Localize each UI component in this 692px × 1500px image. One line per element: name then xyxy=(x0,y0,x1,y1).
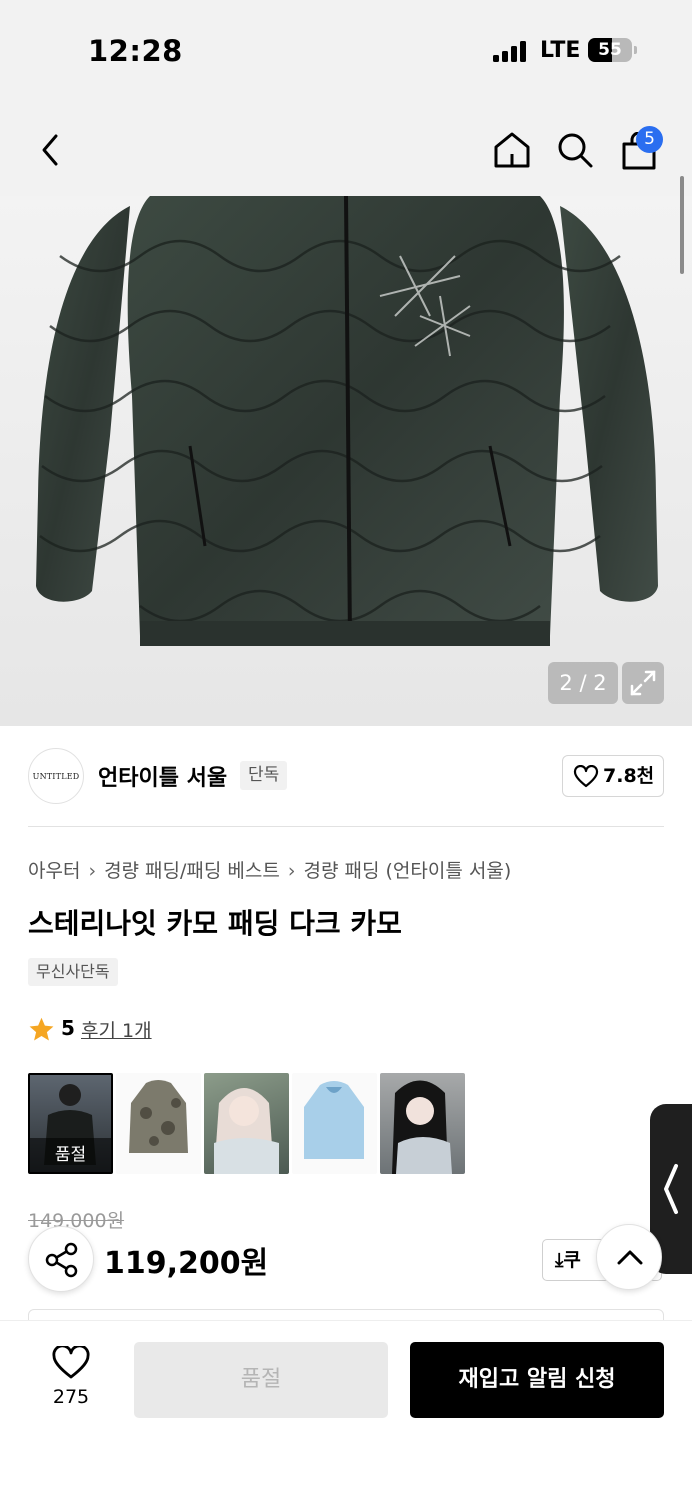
breadcrumb-item[interactable]: 경량 패딩/패딩 베스트 xyxy=(104,860,280,882)
coupon-label: 쿠 xyxy=(563,1249,581,1271)
product-image[interactable] xyxy=(0,196,692,726)
scroll-indicator xyxy=(680,176,684,274)
brand-like-count: 7.8천 xyxy=(603,765,655,787)
thumbnail-item[interactable] xyxy=(380,1073,465,1174)
scroll-top-button[interactable] xyxy=(596,1224,662,1290)
breadcrumb-item[interactable]: 아우터 xyxy=(28,860,80,882)
heart-icon xyxy=(52,1346,90,1379)
status-bar: 12:28 LTE 55 xyxy=(0,0,692,100)
battery-level: 55 xyxy=(598,40,622,60)
product-tag: 무신사단독 xyxy=(28,958,118,986)
network-label: LTE xyxy=(540,38,581,63)
restock-notify-button[interactable]: 재입고 알림 신청 xyxy=(410,1342,664,1418)
thumbnail-item[interactable] xyxy=(204,1073,289,1174)
thumbnail-image xyxy=(304,1081,364,1159)
battery-icon: 55 xyxy=(588,38,632,62)
chevron-up-icon xyxy=(617,1250,643,1265)
jacket-image xyxy=(36,196,658,646)
share-button[interactable] xyxy=(28,1226,94,1292)
brand-like-button[interactable]: 7.8천 xyxy=(562,755,664,797)
thumbnail-item[interactable]: 품절 xyxy=(28,1073,113,1174)
chevron-left-icon[interactable] xyxy=(36,132,64,168)
soldout-button: 품절 xyxy=(134,1342,388,1418)
product-detail-page: 12:28 LTE 55 5 2 / 2 UNTITLED 언타이틀 서울 단독… xyxy=(0,0,692,1500)
battery-nub xyxy=(634,46,637,54)
thumbnail-item[interactable] xyxy=(292,1073,377,1174)
signal-icon xyxy=(493,40,529,62)
product-title: 스테리나잇 카모 패딩 다크 카모 xyxy=(28,907,402,940)
chevron-right-icon: › xyxy=(287,860,296,882)
product-like-button[interactable]: 275 xyxy=(36,1342,106,1418)
breadcrumb: 아우터 › 경량 패딩/패딩 베스트 › 경량 패딩 (언타이틀 서울) xyxy=(28,856,511,883)
expand-button[interactable] xyxy=(622,662,664,704)
chevron-right-icon: › xyxy=(88,860,97,882)
brand-name[interactable]: 언타이틀 서울 xyxy=(98,760,227,792)
status-time: 12:28 xyxy=(88,34,183,68)
review-link[interactable]: 후기 1개 xyxy=(81,1016,152,1043)
thumbnail-image xyxy=(129,1080,188,1153)
thumbnail-image xyxy=(392,1080,452,1174)
exclusive-badge: 단독 xyxy=(240,761,288,790)
star-icon xyxy=(29,1017,54,1041)
breadcrumb-item[interactable]: 경량 패딩 (언타이틀 서울) xyxy=(303,860,511,882)
like-count: 275 xyxy=(52,1386,90,1408)
brand-logo[interactable]: UNTITLED xyxy=(28,748,84,804)
rating-score: 5 xyxy=(61,1016,75,1040)
divider xyxy=(28,826,664,827)
expand-icon xyxy=(630,670,656,696)
cart-count-badge: 5 xyxy=(636,126,663,153)
thumbnail-item[interactable] xyxy=(116,1073,201,1174)
sale-price: 119,200원 xyxy=(104,1246,269,1281)
heart-icon xyxy=(573,765,599,788)
image-pager: 2 / 2 xyxy=(548,662,618,704)
search-icon[interactable] xyxy=(555,130,595,170)
soldout-overlay: 품절 xyxy=(30,1138,111,1172)
thumbnail-image xyxy=(214,1088,279,1174)
home-icon[interactable] xyxy=(492,130,532,170)
share-icon xyxy=(45,1242,78,1278)
